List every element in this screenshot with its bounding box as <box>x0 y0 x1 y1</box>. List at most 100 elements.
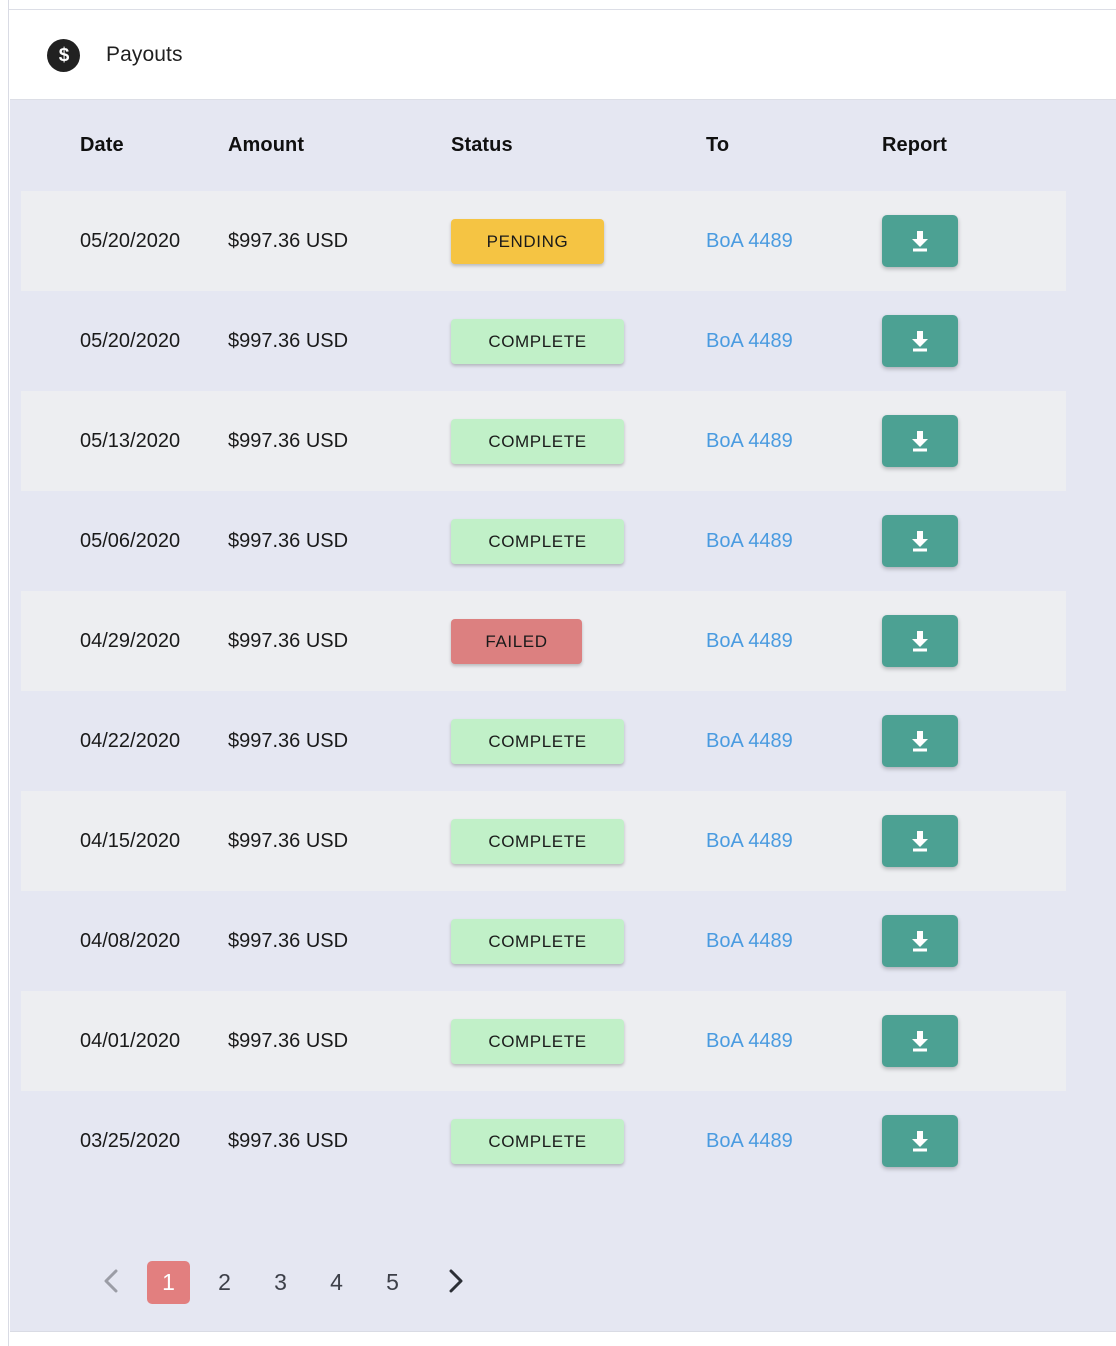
cell-amount: $997.36 USD <box>228 1129 349 1152</box>
dollar-circle-icon: $ <box>47 38 80 72</box>
status-badge: PENDING <box>451 218 604 264</box>
bank-account-link[interactable]: BoA 4489 <box>706 830 793 852</box>
bank-account-link[interactable]: BoA 4489 <box>706 1130 793 1152</box>
bank-account-link[interactable]: BoA 4489 <box>706 430 793 452</box>
cell-to: BoA 4489 <box>706 991 882 1091</box>
page-header: $ Payouts <box>10 11 1116 100</box>
bank-account-link[interactable]: BoA 4489 <box>706 530 793 552</box>
bank-account-link[interactable]: BoA 4489 <box>706 630 793 652</box>
cell-to: BoA 4489 <box>706 291 882 391</box>
status-badge: COMPLETE <box>451 1118 624 1164</box>
left-gutter <box>0 0 9 1346</box>
cell-report <box>882 491 1066 591</box>
cell-report <box>882 991 1066 1091</box>
table-row: 03/25/2020 $997.36 USD COMPLETE BoA 4489 <box>21 1091 1066 1191</box>
content-area: Date Amount Status To Report 05/20/2020 $… <box>10 100 1116 1331</box>
cell-status: COMPLETE <box>451 791 706 891</box>
download-report-button[interactable] <box>882 515 958 567</box>
table-row: 04/22/2020 $997.36 USD COMPLETE BoA 4489 <box>21 691 1066 791</box>
status-badge: COMPLETE <box>451 818 624 864</box>
table-row: 04/08/2020 $997.36 USD COMPLETE BoA 4489 <box>21 891 1066 991</box>
cell-date: 03/25/2020 <box>80 1129 181 1152</box>
cell-amount: $997.36 USD <box>228 629 349 652</box>
cell-report <box>882 591 1066 691</box>
cell-to: BoA 4489 <box>706 691 882 791</box>
download-icon <box>907 228 933 254</box>
cell-date: 04/08/2020 <box>80 929 181 952</box>
cell-report <box>882 291 1066 391</box>
cell-report <box>882 691 1066 791</box>
table-row: 05/13/2020 $997.36 USD COMPLETE BoA 4489 <box>21 391 1066 491</box>
payouts-table-wrap: Date Amount Status To Report 05/20/2020 $… <box>10 100 1116 1191</box>
download-report-button[interactable] <box>882 215 958 267</box>
cell-report <box>882 891 1066 991</box>
pagination-page-2[interactable]: 2 <box>203 1261 246 1304</box>
cell-status: COMPLETE <box>451 891 706 991</box>
download-report-button[interactable] <box>882 1115 958 1167</box>
cell-amount: $997.36 USD <box>228 729 349 752</box>
table-row: 04/29/2020 $997.36 USD FAILED BoA 4489 <box>21 591 1066 691</box>
cell-report <box>882 191 1066 291</box>
download-icon <box>907 1128 933 1154</box>
status-badge: COMPLETE <box>451 318 624 364</box>
download-icon <box>907 528 933 554</box>
status-badge: COMPLETE <box>451 918 624 964</box>
pagination-page-5[interactable]: 5 <box>371 1261 414 1304</box>
status-badge: COMPLETE <box>451 418 624 464</box>
cell-to: BoA 4489 <box>706 191 882 291</box>
cell-amount: $997.36 USD <box>228 229 349 252</box>
cell-status: COMPLETE <box>451 991 706 1091</box>
bank-account-link[interactable]: BoA 4489 <box>706 330 793 352</box>
download-icon <box>907 428 933 454</box>
bank-account-link[interactable]: BoA 4489 <box>706 1030 793 1052</box>
bank-account-link[interactable]: BoA 4489 <box>706 930 793 952</box>
download-report-button[interactable] <box>882 615 958 667</box>
cell-to: BoA 4489 <box>706 1091 882 1191</box>
table-row: 04/15/2020 $997.36 USD COMPLETE BoA 4489 <box>21 791 1066 891</box>
cell-date: 05/06/2020 <box>80 529 181 552</box>
cell-date: 04/29/2020 <box>80 629 181 652</box>
cell-status: COMPLETE <box>451 691 706 791</box>
bank-account-link[interactable]: BoA 4489 <box>706 230 793 252</box>
column-header-status: Status <box>451 134 513 156</box>
payouts-page: $ Payouts Date Amount Status To Report 0… <box>0 0 1116 1346</box>
payouts-table: Date Amount Status To Report 05/20/2020 $… <box>21 100 1066 1191</box>
cell-status: COMPLETE <box>451 491 706 591</box>
download-report-button[interactable] <box>882 1015 958 1067</box>
status-badge: FAILED <box>451 618 582 664</box>
cell-report <box>882 1091 1066 1191</box>
download-report-button[interactable] <box>882 315 958 367</box>
cell-amount: $997.36 USD <box>228 1029 349 1052</box>
table-header-row: Date Amount Status To Report <box>21 100 1066 191</box>
status-badge: COMPLETE <box>451 718 624 764</box>
cell-date: 05/20/2020 <box>80 229 181 252</box>
table-body: 05/20/2020 $997.36 USD PENDING BoA 4489 05/2… <box>21 191 1066 1191</box>
cell-date: 04/01/2020 <box>80 1029 181 1052</box>
table-row: 05/06/2020 $997.36 USD COMPLETE BoA 4489 <box>21 491 1066 591</box>
top-sliver <box>9 0 1116 10</box>
pagination-prev-button[interactable] <box>92 1260 130 1304</box>
cell-to: BoA 4489 <box>706 791 882 891</box>
pagination-page-3[interactable]: 3 <box>259 1261 302 1304</box>
table-head: Date Amount Status To Report <box>21 100 1066 191</box>
cell-status: COMPLETE <box>451 1091 706 1191</box>
cell-status: COMPLETE <box>451 391 706 491</box>
download-report-button[interactable] <box>882 715 958 767</box>
cell-to: BoA 4489 <box>706 591 882 691</box>
table-row: 04/01/2020 $997.36 USD COMPLETE BoA 4489 <box>21 991 1066 1091</box>
cell-report <box>882 391 1066 491</box>
pagination-next-button[interactable] <box>436 1260 474 1304</box>
status-badge: COMPLETE <box>451 518 624 564</box>
cell-report <box>882 791 1066 891</box>
download-report-button[interactable] <box>882 915 958 967</box>
download-report-button[interactable] <box>882 415 958 467</box>
pagination-page-4[interactable]: 4 <box>315 1261 358 1304</box>
column-header-date: Date <box>80 134 124 156</box>
cell-status: PENDING <box>451 191 706 291</box>
cell-amount: $997.36 USD <box>228 329 349 352</box>
download-report-button[interactable] <box>882 815 958 867</box>
pagination: 12345 <box>10 1233 1116 1331</box>
bank-account-link[interactable]: BoA 4489 <box>706 730 793 752</box>
pagination-page-1[interactable]: 1 <box>147 1260 190 1304</box>
page-title: Payouts <box>106 43 183 66</box>
